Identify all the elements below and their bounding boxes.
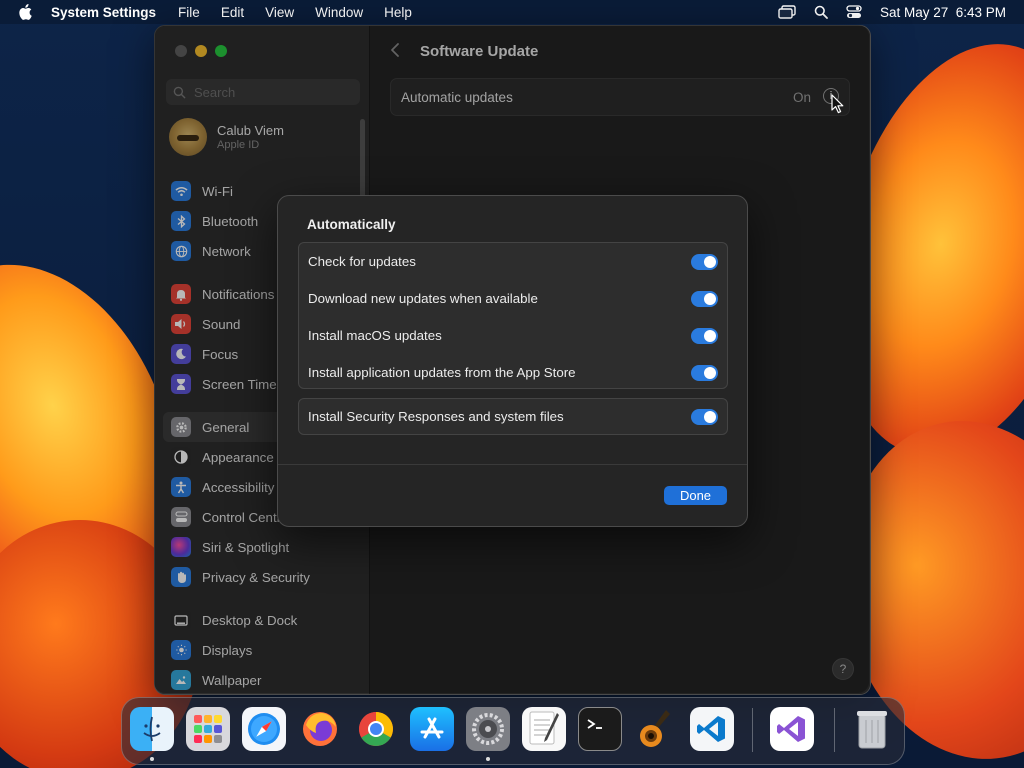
option-install-macos-updates: Install macOS updates [299, 317, 727, 354]
vscode-icon[interactable] [690, 707, 734, 751]
menu-bar: System Settings File Edit View Window He… [0, 0, 1024, 24]
visual-studio-icon[interactable] [770, 707, 814, 751]
menu-view[interactable]: View [265, 5, 294, 20]
automatic-updates-sheet: Automatically Check for updates Download… [277, 195, 748, 527]
security-responses-toggle[interactable] [691, 408, 718, 425]
launchpad-icon[interactable] [186, 707, 230, 751]
mouse-cursor-icon [831, 94, 844, 114]
apple-menu-icon[interactable] [18, 4, 38, 20]
menu-app-name[interactable]: System Settings [51, 5, 156, 20]
option-label: Install macOS updates [308, 328, 442, 343]
option-security-responses: Install Security Responses and system fi… [299, 399, 727, 434]
running-indicator [486, 757, 490, 761]
security-options-group: Install Security Responses and system fi… [298, 398, 728, 435]
dock-separator [752, 708, 753, 752]
option-label: Check for updates [308, 254, 416, 269]
running-indicator [150, 757, 154, 761]
option-download-updates: Download new updates when available [299, 280, 727, 317]
menu-file[interactable]: File [178, 5, 200, 20]
menu-help[interactable]: Help [384, 5, 412, 20]
option-label: Install application updates from the App… [308, 365, 576, 380]
firefox-icon[interactable] [298, 707, 342, 751]
menu-window[interactable]: Window [315, 5, 363, 20]
done-button[interactable]: Done [664, 486, 727, 505]
menu-bar-clock[interactable]: Sat May 27 6:43 PM [880, 5, 1006, 20]
textedit-icon[interactable] [522, 707, 566, 751]
download-updates-toggle[interactable] [691, 290, 718, 307]
safari-icon[interactable] [242, 707, 286, 751]
control-center-icon[interactable] [846, 5, 862, 19]
terminal-icon[interactable] [578, 707, 622, 751]
chrome-icon[interactable] [354, 707, 398, 751]
install-macos-updates-toggle[interactable] [691, 327, 718, 344]
sheet-title: Automatically [307, 217, 396, 232]
app-store-icon[interactable] [410, 707, 454, 751]
option-label: Install Security Responses and system fi… [308, 409, 564, 424]
check-for-updates-toggle[interactable] [691, 253, 718, 270]
finder-icon[interactable] [130, 707, 174, 751]
sheet-divider [278, 464, 747, 465]
option-check-for-updates: Check for updates [299, 243, 727, 280]
trash-icon[interactable] [850, 707, 894, 751]
option-install-app-updates: Install application updates from the App… [299, 354, 727, 391]
garageband-icon[interactable] [634, 707, 678, 751]
spotlight-search-icon[interactable] [814, 5, 828, 19]
option-label: Download new updates when available [308, 291, 538, 306]
install-app-updates-toggle[interactable] [691, 364, 718, 381]
dock [121, 697, 905, 765]
dock-separator [834, 708, 835, 752]
update-options-group: Check for updates Download new updates w… [298, 242, 728, 389]
system-settings-icon[interactable] [466, 707, 510, 751]
screen-mirroring-icon[interactable] [778, 5, 796, 19]
menu-edit[interactable]: Edit [221, 5, 244, 20]
